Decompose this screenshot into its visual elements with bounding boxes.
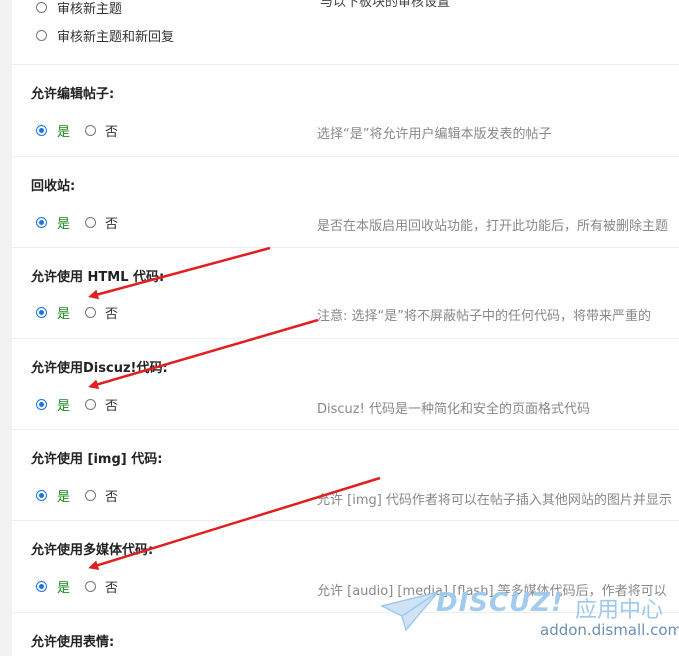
radio-no[interactable] bbox=[85, 489, 97, 501]
setting-recycle-bin: 回收站: 是 否 是否在本版启用回收站功能，打开此功能后，所有被删除主题 bbox=[12, 156, 679, 247]
setting-options: 是 否 bbox=[36, 213, 118, 232]
setting-description: 选择“是”将允许用户编辑本版发表的帖子 bbox=[317, 127, 552, 142]
watermark-logo: DISCUZ! bbox=[436, 588, 564, 618]
setting-description: 允许 [img] 代码作者将可以在帖子插入其他网站的图片并显示 bbox=[317, 493, 672, 508]
moderation-option-label: 审核新主题和新回复 bbox=[57, 29, 175, 45]
radio-no[interactable] bbox=[85, 216, 97, 228]
radio-yes[interactable] bbox=[36, 398, 47, 410]
setting-options: 是 否 bbox=[36, 303, 118, 322]
radio-yes-label[interactable]: 是 bbox=[57, 395, 70, 414]
setting-allow-discuz-code: 允许使用Discuz!代码: 是 否 Discuz! 代码是一种简化和安全的页面… bbox=[12, 338, 679, 429]
radio-yes-label[interactable]: 是 bbox=[57, 577, 70, 596]
moderation-description: 与以下板块的审核设置 bbox=[320, 0, 451, 10]
setting-title: 允许使用 [img] 代码: bbox=[31, 452, 163, 467]
radio-yes-label[interactable]: 是 bbox=[57, 486, 70, 505]
moderation-option-threads-and-replies[interactable]: 审核新主题和新回复 bbox=[36, 26, 175, 45]
radio-yes-label[interactable]: 是 bbox=[57, 213, 70, 232]
moderation-radio-new-threads[interactable] bbox=[36, 1, 47, 13]
radio-yes[interactable] bbox=[36, 580, 47, 592]
setting-title: 允许使用表情: bbox=[31, 635, 115, 650]
watermark-url: addon.dismall.com bbox=[540, 621, 679, 639]
moderation-option-new-threads[interactable]: 审核新主题 bbox=[36, 0, 123, 17]
radio-yes-label[interactable]: 是 bbox=[57, 121, 70, 140]
moderation-radio-threads-and-replies[interactable] bbox=[36, 29, 47, 41]
setting-options: 是 否 bbox=[36, 486, 118, 505]
radio-yes[interactable] bbox=[36, 124, 47, 136]
settings-panel: 审核新主题 审核新主题和新回复 与以下板块的审核设置 允许编辑帖子: 是 否 选… bbox=[12, 0, 679, 656]
paper-plane-icon bbox=[380, 590, 440, 632]
radio-no-label[interactable]: 否 bbox=[105, 213, 118, 232]
radio-no-label[interactable]: 否 bbox=[105, 395, 118, 414]
discuz-watermark: DISCUZ! 应用中心 addon.dismall.com bbox=[380, 580, 679, 656]
setting-options: 是 否 bbox=[36, 395, 118, 414]
radio-no[interactable] bbox=[85, 398, 97, 410]
radio-no-label[interactable]: 否 bbox=[105, 121, 118, 140]
setting-title: 回收站: bbox=[31, 179, 76, 194]
setting-title: 允许使用多媒体代码: bbox=[31, 543, 154, 558]
moderation-option-label: 审核新主题 bbox=[57, 1, 123, 17]
radio-no[interactable] bbox=[85, 580, 97, 592]
setting-allow-img-code: 允许使用 [img] 代码: 是 否 允许 [img] 代码作者将可以在帖子插入… bbox=[12, 429, 679, 520]
setting-title: 允许使用 HTML 代码: bbox=[31, 270, 165, 285]
radio-yes[interactable] bbox=[36, 216, 47, 228]
radio-no-label[interactable]: 否 bbox=[105, 577, 118, 596]
radio-yes[interactable] bbox=[36, 306, 47, 318]
setting-description: 是否在本版启用回收站功能，打开此功能后，所有被删除主题 bbox=[317, 219, 669, 234]
setting-title: 允许使用Discuz!代码: bbox=[31, 361, 168, 376]
radio-no[interactable] bbox=[85, 124, 97, 136]
setting-allow-edit: 允许编辑帖子: 是 否 选择“是”将允许用户编辑本版发表的帖子 bbox=[12, 64, 679, 156]
setting-allow-html: 允许使用 HTML 代码: 是 否 注意: 选择“是”将不屏蔽帖子中的任何代码，… bbox=[12, 247, 679, 338]
setting-options: 是 否 bbox=[36, 121, 118, 140]
setting-description: Discuz! 代码是一种简化和安全的页面格式代码 bbox=[317, 402, 590, 417]
radio-no-label[interactable]: 否 bbox=[105, 303, 118, 322]
setting-description: 注意: 选择“是”将不屏蔽帖子中的任何代码，将带来严重的 bbox=[317, 309, 651, 324]
watermark-cn: 应用中心 bbox=[575, 598, 664, 623]
radio-yes[interactable] bbox=[36, 489, 47, 501]
radio-yes-label[interactable]: 是 bbox=[57, 303, 70, 322]
setting-options: 是 否 bbox=[36, 577, 118, 596]
radio-no-label[interactable]: 否 bbox=[105, 486, 118, 505]
radio-no[interactable] bbox=[85, 306, 97, 318]
setting-title: 允许编辑帖子: bbox=[31, 87, 115, 102]
